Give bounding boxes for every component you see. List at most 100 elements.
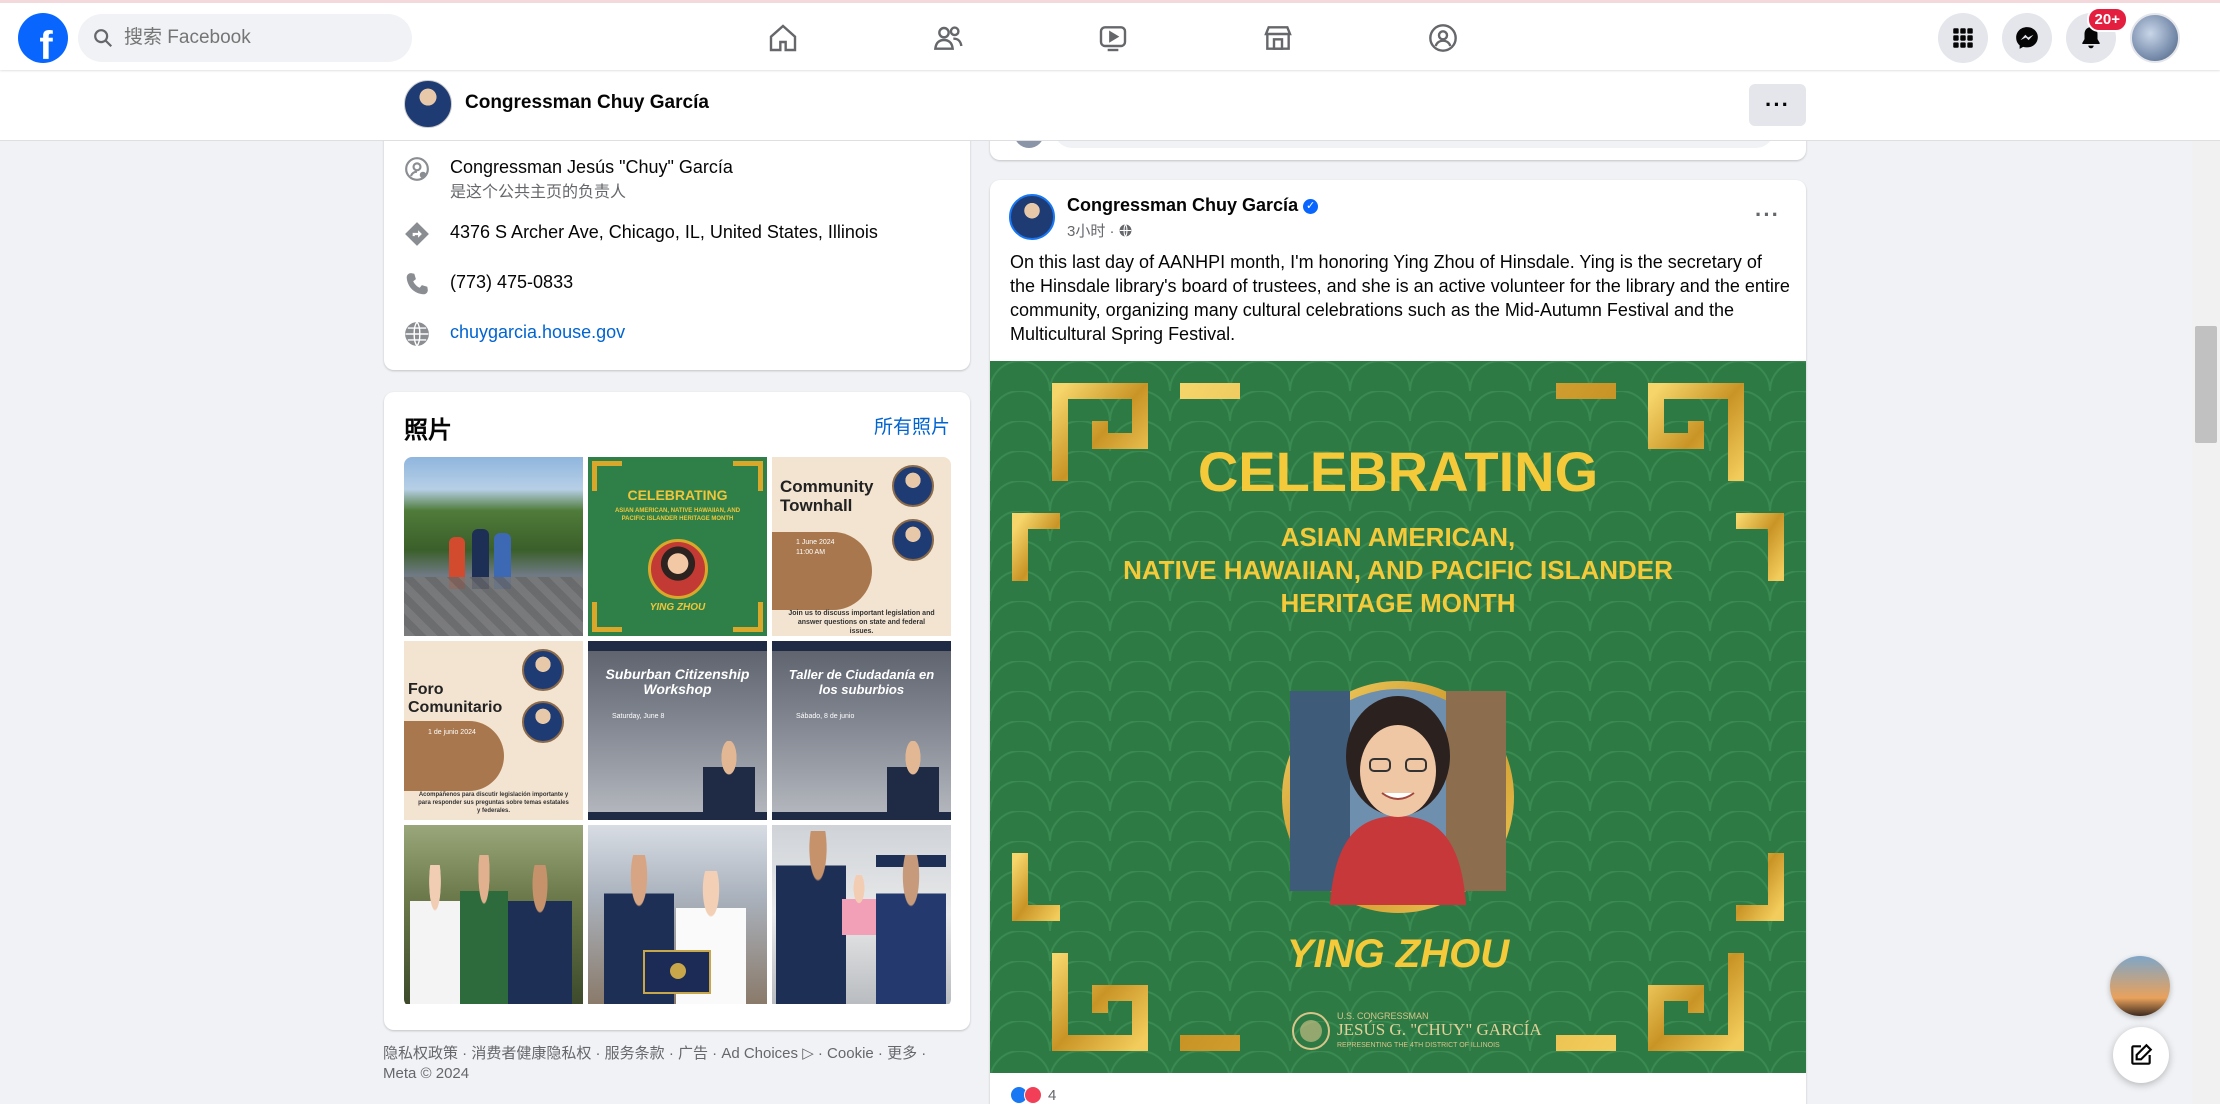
website-row: chuygarcia.house.gov [404,321,625,347]
tile-celebrating-subtitle: ASIAN AMERICAN, NATIVE HAWAIIAN, AND PAC… [614,508,741,522]
notifications-button[interactable]: 20+ [2066,7,2128,63]
footer-links-line[interactable]: 隐私权政策 · 消费者健康隐私权 · 服务条款 · 广告 · Ad Choice… [383,1044,973,1064]
tile-townhall-body: Join us to discuss important legislation… [788,610,935,635]
website-link[interactable]: chuygarcia.house.gov [450,322,625,342]
post-author[interactable]: Congressman Chuy García ✓ [1067,195,1319,216]
page-header-bar: Congressman Chuy García ··· [0,70,2220,141]
globe-icon [1119,224,1132,237]
person-badge-icon [405,157,429,181]
see-all-photos-link[interactable]: 所有照片 [874,412,950,439]
image-line-1: ASIAN AMERICAN, [1281,522,1515,552]
top-navigation-bar: f 20+ [0,0,2220,70]
footer-copyright: Meta © 2024 [383,1065,470,1082]
menu-button[interactable] [1938,13,1988,63]
page-scrollbar[interactable] [2192,141,2220,1104]
photo-tile-citizenship-workshop[interactable]: Suburban Citizenship Workshop Saturday, … [588,641,767,820]
tile-celebrating-name: YING ZHOU [649,602,706,613]
search-icon [94,29,113,48]
search-box[interactable] [78,14,412,62]
post-image-graphic: CELEBRATING ASIAN AMERICAN, NATIVE HAWAI… [990,361,1806,1073]
friends-tab[interactable] [865,3,1030,73]
home-tab[interactable] [700,3,865,73]
page-owner-row: Congressman Jesús "Chuy" García 是这个公共主页的… [404,156,733,202]
photo-tile-veteran-visit[interactable] [772,825,951,1004]
messenger-icon [2016,27,2038,49]
groups-icon [1428,24,1457,52]
globe-icon [405,321,429,347]
phone-row: (773) 475-0833 [404,271,573,297]
phone-icon [406,273,428,295]
post-timestamp[interactable]: 3小时 · [1067,220,1132,241]
contact-chat-bubble[interactable] [2110,956,2170,1016]
tile-foro-title: Foro Comunitario [408,681,503,716]
home-icon [769,24,796,52]
tile-taller-title: Taller de Ciudadanía en los suburbios [788,667,935,697]
photo-tile-veterans[interactable] [404,825,583,1004]
directions-icon [405,222,429,246]
photo-grid: CELEBRATING ASIAN AMERICAN, NATIVE HAWAI… [404,457,951,1007]
page-owner-name: Congressman Jesús "Chuy" García [450,157,733,177]
photo-tile-taller-ciudadania[interactable]: Taller de Ciudadanía en los suburbios Sá… [772,641,951,820]
tile-foro-date: 1 de junio 2024 [428,729,476,736]
tile-townhall-title: Community Townhall [780,477,874,515]
friends-icon [933,26,963,50]
marketplace-icon [1263,26,1292,50]
tile-celebrating-title: CELEBRATING [627,487,728,503]
new-message-button[interactable] [2113,1027,2169,1083]
profile-avatar-button[interactable] [2130,13,2180,63]
page-avatar[interactable] [404,80,452,128]
post-author-avatar[interactable] [1009,194,1055,240]
nav-actions: 20+ [1938,7,2180,63]
image-name: YING ZHOU [1287,932,1510,976]
photo-tile-community-townhall[interactable]: Community Townhall 1 June 2024 11:00 AM … [772,457,951,636]
photo-tile-mural[interactable] [404,457,583,636]
photo-tile-celebrating[interactable]: CELEBRATING ASIAN AMERICAN, NATIVE HAWAI… [588,457,767,636]
reactions-summary[interactable]: 4 [1010,1086,1056,1104]
notification-count-badge: 20+ [2086,7,2128,32]
tile-foro-body: Acompáñenos para discutir legislación im… [418,792,569,814]
post-time-text[interactable]: 3小时 · [1067,223,1115,240]
verified-badge-icon: ✓ [1303,199,1319,214]
tile-townhall-date: 1 June 2024 [796,539,835,546]
messenger-button[interactable] [2002,13,2052,63]
post-card: Congressman Chuy García ✓ 3小时 · ··· On th… [990,180,1806,1104]
logo-glyph: f [39,24,53,63]
tile-workshop-title: Suburban Citizenship Workshop [605,666,750,697]
image-line-3: HERITAGE MONTH [1281,588,1516,618]
grid-menu-icon [1953,28,1973,48]
facebook-logo[interactable]: f [18,13,68,63]
compose-icon [2131,1043,2153,1065]
video-tab[interactable] [1030,3,1195,73]
seal-sub: REPRESENTING THE 4TH DISTRICT OF ILLINOI… [1337,1042,1500,1049]
post-author-name[interactable]: Congressman Chuy García [1067,195,1298,215]
image-line-2: NATIVE HAWAIIAN, AND PACIFIC ISLANDER [1123,555,1673,585]
page-more-button[interactable]: ··· [1749,84,1806,126]
main-nav-tabs [700,3,1525,73]
groups-tab[interactable] [1360,3,1525,73]
marketplace-tab[interactable] [1195,3,1360,73]
image-title: CELEBRATING [1198,440,1598,503]
love-reaction-icon [1024,1086,1042,1104]
footer-links: 隐私权政策 · 消费者健康隐私权 · 服务条款 · 广告 · Ad Choice… [383,1044,973,1084]
page-name[interactable]: Congressman Chuy García [465,92,709,114]
tile-townhall-time: 11:00 AM [796,549,826,556]
photos-card: 照片 所有照片 CELEBRATING ASIAN AMERICAN, NATI… [384,392,970,1030]
seal-name: JESÚS G. "CHUY" GARCÍA [1337,1020,1542,1039]
post-options-button[interactable]: ··· [1755,202,1780,228]
tile-workshop-date: Saturday, June 8 [612,713,665,720]
tile-taller-date: Sábado, 8 de junio [796,713,855,720]
intro-card: Congressman Jesús "Chuy" García 是这个公共主页的… [384,128,970,370]
photos-heading: 照片 [404,417,452,444]
address-row: 4376 S Archer Ave, Chicago, IL, United S… [404,221,878,247]
photo-tile-foro-comunitario[interactable]: Foro Comunitario 1 de junio 2024 Acompáñ… [404,641,583,820]
address-text: 4376 S Archer Ave, Chicago, IL, United S… [450,222,878,242]
search-input[interactable] [124,27,384,49]
phone-text: (773) 475-0833 [450,272,574,292]
video-icon [1099,26,1126,52]
post-text: On this last day of AANHPI month, I'm ho… [1010,252,1790,344]
reaction-count: 4 [1048,1086,1057,1104]
page-owner-role: 是这个公共主页的负责人 [450,184,627,201]
post-image[interactable]: CELEBRATING ASIAN AMERICAN, NATIVE HAWAI… [990,361,1806,1073]
photo-tile-certificate[interactable] [588,825,767,1004]
scrollbar-thumb[interactable] [2195,326,2217,443]
